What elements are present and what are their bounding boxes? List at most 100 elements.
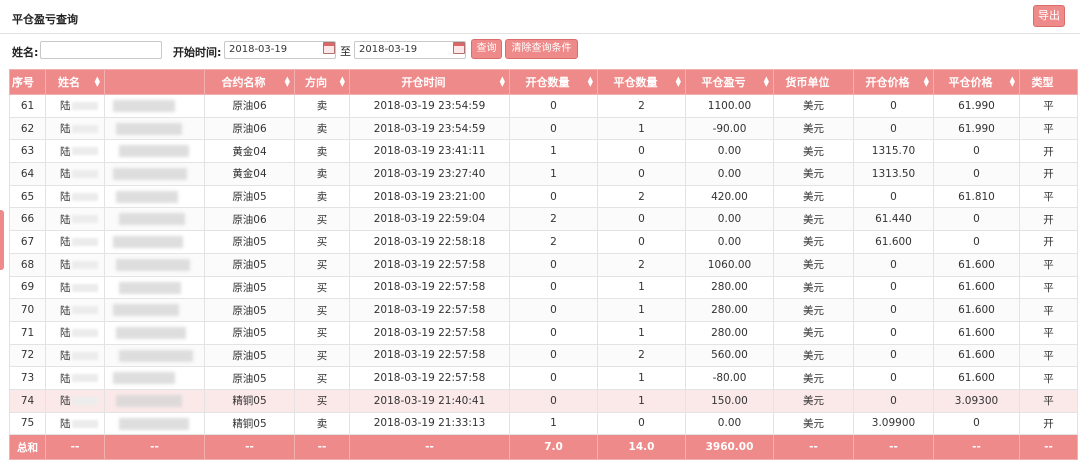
table-row[interactable]: 61 陆原油06 卖 2018-03-19 23:54:59 0 2 1100.00 美元 0 6… <box>9 94 1078 118</box>
cell-open-qty: 0 <box>509 275 598 300</box>
col-header-open-price[interactable]: 开仓价格 ▲ ▼ <box>853 69 934 95</box>
cell-open-price: 0 <box>853 388 934 413</box>
clear-filters-button[interactable]: 清除查询条件 <box>505 39 578 59</box>
table-row[interactable]: 63 陆黄金04 卖 2018-03-19 23:41:11 1 0 0.00 美元 1315.… <box>9 139 1078 164</box>
redacted-block <box>113 236 183 249</box>
col-header-currency[interactable]: 货币单位 <box>773 69 854 95</box>
total-cell: -- <box>1019 434 1078 461</box>
cell-open-time: 2018-03-19 22:57:58 <box>349 252 510 277</box>
name-input[interactable] <box>40 41 162 59</box>
cell-open-qty: 2 <box>509 207 598 232</box>
cell-close-price: 61.600 <box>933 298 1020 322</box>
redacted-block <box>72 396 98 405</box>
table-body: 61 陆原油06 卖 2018-03-19 23:54:59 0 2 1100.00 美元 0 6… <box>9 94 1078 436</box>
table-row[interactable]: 67 陆原油05 买 2018-03-19 22:58:18 2 0 0.00 美元 61.60… <box>9 230 1078 254</box>
sort-icon[interactable]: ▲ ▼ <box>285 76 290 88</box>
cell-currency: 美元 <box>773 298 854 322</box>
page-title: 平仓盈亏查询 <box>12 13 78 26</box>
cell-open-price: 1315.70 <box>853 139 934 164</box>
cell-name: 陆 <box>45 320 105 345</box>
sort-icon[interactable]: ▲ ▼ <box>1010 76 1015 88</box>
cell-close-price: 61.990 <box>933 116 1020 141</box>
export-button[interactable]: 导出 <box>1033 5 1065 27</box>
cell-seq: 70 <box>9 298 46 322</box>
table-row[interactable]: 75 陆精铜05 卖 2018-03-19 21:33:13 1 0 0.00 美元 3.099… <box>9 411 1078 436</box>
cell-currency: 美元 <box>773 343 854 368</box>
cell-contract: 原油06 <box>204 116 295 141</box>
table-row[interactable]: 74 陆精铜05 买 2018-03-19 21:40:41 0 1 150.00 美元 0 3.… <box>9 388 1078 413</box>
cell-open-price: 0 <box>853 184 934 209</box>
sort-icon[interactable]: ▲ ▼ <box>588 76 593 88</box>
table-row[interactable]: 71 陆原油05 买 2018-03-19 22:57:58 0 1 280.00 美元 0 61… <box>9 320 1078 345</box>
query-button[interactable]: 查询 <box>471 39 502 59</box>
cell-account-redacted <box>104 411 205 436</box>
col-header-open-time[interactable]: 开仓时间 ▲ ▼ <box>349 69 510 95</box>
cell-contract: 精铜05 <box>204 411 295 436</box>
cell-type: 平 <box>1019 320 1078 345</box>
cell-direction: 卖 <box>294 116 350 141</box>
end-date-input[interactable]: 2018-03-19 <box>354 41 466 59</box>
redacted-block <box>119 145 189 158</box>
cell-contract: 原油05 <box>204 343 295 368</box>
cell-name: 陆 <box>45 275 105 300</box>
cell-account-redacted <box>104 343 205 368</box>
col-header-seq[interactable]: 序号 <box>9 69 46 95</box>
col-header-name[interactable]: 姓名 ▲ ▼ <box>45 69 105 95</box>
cell-open-time: 2018-03-19 23:27:40 <box>349 162 510 186</box>
cell-open-time: 2018-03-19 22:57:58 <box>349 275 510 300</box>
cell-type: 平 <box>1019 366 1078 390</box>
col-header-contract[interactable]: 合约名称 ▲ ▼ <box>204 69 295 95</box>
col-header-open-qty[interactable]: 开仓数量 ▲ ▼ <box>509 69 598 95</box>
cell-open-time: 2018-03-19 22:57:58 <box>349 366 510 390</box>
cell-type: 开 <box>1019 162 1078 186</box>
cell-name: 陆 <box>45 366 105 390</box>
redacted-block <box>72 351 98 360</box>
redacted-block <box>116 190 178 203</box>
col-header-close-qty[interactable]: 平仓数量 ▲ ▼ <box>597 69 686 95</box>
sort-icon[interactable]: ▲ ▼ <box>764 76 769 88</box>
table-row[interactable]: 69 陆原油05 买 2018-03-19 22:57:58 0 1 280.00 美元 0 61… <box>9 275 1078 300</box>
sort-icon[interactable]: ▲ ▼ <box>500 76 505 88</box>
col-header-close-price[interactable]: 平仓价格 ▲ ▼ <box>933 69 1020 95</box>
redacted-block <box>116 394 182 407</box>
start-date-input[interactable]: 2018-03-19 <box>224 41 336 59</box>
table-row[interactable]: 64 陆黄金04 卖 2018-03-19 23:27:40 1 0 0.00 美元 1313.… <box>9 162 1078 186</box>
filter-bar: 姓名: 开始时间: 2018-03-19 至 2018-03-19 查询 清除查… <box>0 38 1080 62</box>
col-header-direction[interactable]: 方向 ▲ ▼ <box>294 69 350 95</box>
table-row[interactable]: 72 陆原油05 买 2018-03-19 22:57:58 0 2 560.00 美元 0 61… <box>9 343 1078 368</box>
col-header-type[interactable]: 类型 <box>1019 69 1078 95</box>
side-tab[interactable] <box>0 210 4 270</box>
cell-contract: 原油05 <box>204 230 295 254</box>
sort-icon[interactable]: ▲ ▼ <box>924 76 929 88</box>
sort-icon[interactable]: ▲ ▼ <box>95 76 100 88</box>
table-row[interactable]: 65 陆原油05 卖 2018-03-19 23:21:00 0 2 420.00 美元 0 61… <box>9 184 1078 209</box>
total-cell: -- <box>294 434 350 461</box>
cell-name: 陆 <box>45 252 105 277</box>
cell-open-price: 61.440 <box>853 207 934 232</box>
cell-type: 开 <box>1019 207 1078 232</box>
sort-icon[interactable]: ▲ ▼ <box>676 76 681 88</box>
cell-currency: 美元 <box>773 252 854 277</box>
cell-contract: 原油05 <box>204 184 295 209</box>
cell-account-redacted <box>104 366 205 390</box>
calendar-icon[interactable] <box>323 42 335 54</box>
table-row[interactable]: 62 陆原油06 卖 2018-03-19 23:54:59 0 1 -90.00 美元 0 61… <box>9 116 1078 141</box>
cell-seq: 67 <box>9 230 46 254</box>
cell-close-qty: 1 <box>597 388 686 413</box>
col-header-pnl[interactable]: 平仓盈亏 ▲ ▼ <box>685 69 774 95</box>
cell-currency: 美元 <box>773 411 854 436</box>
table-row[interactable]: 68 陆原油05 买 2018-03-19 22:57:58 0 2 1060.00 美元 0 6… <box>9 252 1078 277</box>
cell-pnl: 280.00 <box>685 298 774 322</box>
total-cell: -- <box>104 434 205 461</box>
cell-open-time: 2018-03-19 21:40:41 <box>349 388 510 413</box>
table-row[interactable]: 73 陆原油05 买 2018-03-19 22:57:58 0 1 -80.00 美元 0 61… <box>9 366 1078 390</box>
cell-open-price: 0 <box>853 275 934 300</box>
cell-open-time: 2018-03-19 23:54:59 <box>349 116 510 141</box>
col-header-account[interactable] <box>104 69 205 95</box>
cell-type: 开 <box>1019 230 1078 254</box>
table-row[interactable]: 70 陆原油05 买 2018-03-19 22:57:58 0 1 280.00 美元 0 61… <box>9 298 1078 322</box>
calendar-icon[interactable] <box>453 42 465 54</box>
sort-icon[interactable]: ▲ ▼ <box>340 76 345 88</box>
redacted-block <box>116 326 186 339</box>
table-row[interactable]: 66 陆原油06 买 2018-03-19 22:59:04 2 0 0.00 美元 61.44… <box>9 207 1078 232</box>
